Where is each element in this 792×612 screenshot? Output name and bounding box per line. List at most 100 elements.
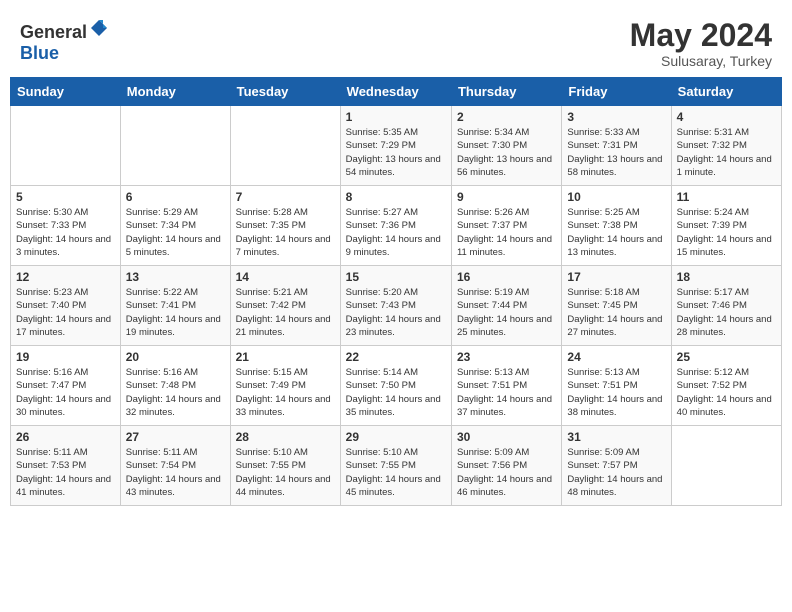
location: Sulusaray, Turkey <box>630 53 772 69</box>
calendar-cell: 23 Sunrise: 5:13 AM Sunset: 7:51 PM Dayli… <box>451 346 561 426</box>
cell-content: Sunrise: 5:35 AM Sunset: 7:29 PM Dayligh… <box>346 126 446 179</box>
calendar-cell: 6 Sunrise: 5:29 AM Sunset: 7:34 PM Daylig… <box>120 186 230 266</box>
cell-content: Sunrise: 5:27 AM Sunset: 7:36 PM Dayligh… <box>346 206 446 259</box>
calendar-cell: 17 Sunrise: 5:18 AM Sunset: 7:45 PM Dayli… <box>562 266 671 346</box>
day-number: 27 <box>126 430 225 444</box>
cell-content: Sunrise: 5:20 AM Sunset: 7:43 PM Dayligh… <box>346 286 446 339</box>
cell-content: Sunrise: 5:29 AM Sunset: 7:34 PM Dayligh… <box>126 206 225 259</box>
cell-content: Sunrise: 5:11 AM Sunset: 7:53 PM Dayligh… <box>16 446 115 499</box>
weekday-header-friday: Friday <box>562 78 671 106</box>
cell-content: Sunrise: 5:12 AM Sunset: 7:52 PM Dayligh… <box>677 366 776 419</box>
cell-content: Sunrise: 5:19 AM Sunset: 7:44 PM Dayligh… <box>457 286 556 339</box>
cell-content: Sunrise: 5:31 AM Sunset: 7:32 PM Dayligh… <box>677 126 776 179</box>
calendar-cell: 26 Sunrise: 5:11 AM Sunset: 7:53 PM Dayli… <box>11 426 121 506</box>
cell-content: Sunrise: 5:34 AM Sunset: 7:30 PM Dayligh… <box>457 126 556 179</box>
calendar-cell: 24 Sunrise: 5:13 AM Sunset: 7:51 PM Dayli… <box>562 346 671 426</box>
logo-blue: Blue <box>20 43 59 63</box>
title-block: May 2024 Sulusaray, Turkey <box>630 18 772 69</box>
cell-content: Sunrise: 5:18 AM Sunset: 7:45 PM Dayligh… <box>567 286 665 339</box>
logo-general: General <box>20 22 87 42</box>
day-number: 7 <box>236 190 335 204</box>
calendar-cell: 27 Sunrise: 5:11 AM Sunset: 7:54 PM Dayli… <box>120 426 230 506</box>
day-number: 4 <box>677 110 776 124</box>
calendar-cell: 25Sunrise: 5:12 AM Sunset: 7:52 PM Dayli… <box>671 346 781 426</box>
calendar-cell: 8 Sunrise: 5:27 AM Sunset: 7:36 PM Daylig… <box>340 186 451 266</box>
cell-content: Sunrise: 5:26 AM Sunset: 7:37 PM Dayligh… <box>457 206 556 259</box>
calendar-cell: 9 Sunrise: 5:26 AM Sunset: 7:37 PM Daylig… <box>451 186 561 266</box>
cell-content: Sunrise: 5:24 AM Sunset: 7:39 PM Dayligh… <box>677 206 776 259</box>
calendar-cell: 12Sunrise: 5:23 AM Sunset: 7:40 PM Dayli… <box>11 266 121 346</box>
cell-content: Sunrise: 5:14 AM Sunset: 7:50 PM Dayligh… <box>346 366 446 419</box>
cell-content: Sunrise: 5:17 AM Sunset: 7:46 PM Dayligh… <box>677 286 776 339</box>
calendar-cell <box>671 426 781 506</box>
weekday-header-tuesday: Tuesday <box>230 78 340 106</box>
weekday-header-monday: Monday <box>120 78 230 106</box>
day-number: 18 <box>677 270 776 284</box>
calendar-cell: 1Sunrise: 5:35 AM Sunset: 7:29 PM Daylig… <box>340 106 451 186</box>
day-number: 3 <box>567 110 665 124</box>
cell-content: Sunrise: 5:10 AM Sunset: 7:55 PM Dayligh… <box>236 446 335 499</box>
calendar-cell: 10 Sunrise: 5:25 AM Sunset: 7:38 PM Dayli… <box>562 186 671 266</box>
cell-content: Sunrise: 5:10 AM Sunset: 7:55 PM Dayligh… <box>346 446 446 499</box>
day-number: 24 <box>567 350 665 364</box>
day-number: 10 <box>567 190 665 204</box>
logo-icon <box>89 18 109 38</box>
calendar-cell: 11 Sunrise: 5:24 AM Sunset: 7:39 PM Dayli… <box>671 186 781 266</box>
calendar-cell: 3 Sunrise: 5:33 AM Sunset: 7:31 PM Daylig… <box>562 106 671 186</box>
weekday-header-sunday: Sunday <box>11 78 121 106</box>
calendar-cell: 13Sunrise: 5:22 AM Sunset: 7:41 PM Dayli… <box>120 266 230 346</box>
calendar-cell: 15 Sunrise: 5:20 AM Sunset: 7:43 PM Dayli… <box>340 266 451 346</box>
day-number: 20 <box>126 350 225 364</box>
cell-content: Sunrise: 5:11 AM Sunset: 7:54 PM Dayligh… <box>126 446 225 499</box>
cell-content: Sunrise: 5:28 AM Sunset: 7:35 PM Dayligh… <box>236 206 335 259</box>
calendar-table: SundayMondayTuesdayWednesdayThursdayFrid… <box>10 77 782 506</box>
day-number: 11 <box>677 190 776 204</box>
day-number: 22 <box>346 350 446 364</box>
day-number: 9 <box>457 190 556 204</box>
cell-content: Sunrise: 5:22 AM Sunset: 7:41 PM Dayligh… <box>126 286 225 339</box>
calendar-cell: 22 Sunrise: 5:14 AM Sunset: 7:50 PM Dayli… <box>340 346 451 426</box>
day-number: 6 <box>126 190 225 204</box>
calendar-cell: 20 Sunrise: 5:16 AM Sunset: 7:48 PM Dayli… <box>120 346 230 426</box>
calendar-cell <box>230 106 340 186</box>
day-number: 23 <box>457 350 556 364</box>
cell-content: Sunrise: 5:16 AM Sunset: 7:48 PM Dayligh… <box>126 366 225 419</box>
day-number: 2 <box>457 110 556 124</box>
cell-content: Sunrise: 5:33 AM Sunset: 7:31 PM Dayligh… <box>567 126 665 179</box>
calendar-cell: 2 Sunrise: 5:34 AM Sunset: 7:30 PM Daylig… <box>451 106 561 186</box>
page-header: General Blue May 2024 Sulusaray, Turkey <box>10 10 782 73</box>
day-number: 21 <box>236 350 335 364</box>
day-number: 12 <box>16 270 115 284</box>
cell-content: Sunrise: 5:16 AM Sunset: 7:47 PM Dayligh… <box>16 366 115 419</box>
day-number: 15 <box>346 270 446 284</box>
cell-content: Sunrise: 5:25 AM Sunset: 7:38 PM Dayligh… <box>567 206 665 259</box>
cell-content: Sunrise: 5:09 AM Sunset: 7:56 PM Dayligh… <box>457 446 556 499</box>
day-number: 14 <box>236 270 335 284</box>
day-number: 16 <box>457 270 556 284</box>
day-number: 17 <box>567 270 665 284</box>
calendar-cell: 30 Sunrise: 5:09 AM Sunset: 7:56 PM Dayli… <box>451 426 561 506</box>
day-number: 8 <box>346 190 446 204</box>
calendar-cell: 7 Sunrise: 5:28 AM Sunset: 7:35 PM Daylig… <box>230 186 340 266</box>
calendar-cell: 21Sunrise: 5:15 AM Sunset: 7:49 PM Dayli… <box>230 346 340 426</box>
calendar-cell: 18 Sunrise: 5:17 AM Sunset: 7:46 PM Dayli… <box>671 266 781 346</box>
day-number: 28 <box>236 430 335 444</box>
day-number: 19 <box>16 350 115 364</box>
weekday-header-saturday: Saturday <box>671 78 781 106</box>
weekday-header-thursday: Thursday <box>451 78 561 106</box>
day-number: 26 <box>16 430 115 444</box>
calendar-cell: 4 Sunrise: 5:31 AM Sunset: 7:32 PM Daylig… <box>671 106 781 186</box>
cell-content: Sunrise: 5:13 AM Sunset: 7:51 PM Dayligh… <box>567 366 665 419</box>
cell-content: Sunrise: 5:21 AM Sunset: 7:42 PM Dayligh… <box>236 286 335 339</box>
calendar-cell: 29 Sunrise: 5:10 AM Sunset: 7:55 PM Dayli… <box>340 426 451 506</box>
calendar-cell <box>11 106 121 186</box>
logo: General Blue <box>20 18 109 64</box>
day-number: 30 <box>457 430 556 444</box>
day-number: 29 <box>346 430 446 444</box>
cell-content: Sunrise: 5:13 AM Sunset: 7:51 PM Dayligh… <box>457 366 556 419</box>
calendar-cell: 19 Sunrise: 5:16 AM Sunset: 7:47 PM Dayli… <box>11 346 121 426</box>
calendar-cell <box>120 106 230 186</box>
weekday-header-wednesday: Wednesday <box>340 78 451 106</box>
day-number: 31 <box>567 430 665 444</box>
cell-content: Sunrise: 5:09 AM Sunset: 7:57 PM Dayligh… <box>567 446 665 499</box>
